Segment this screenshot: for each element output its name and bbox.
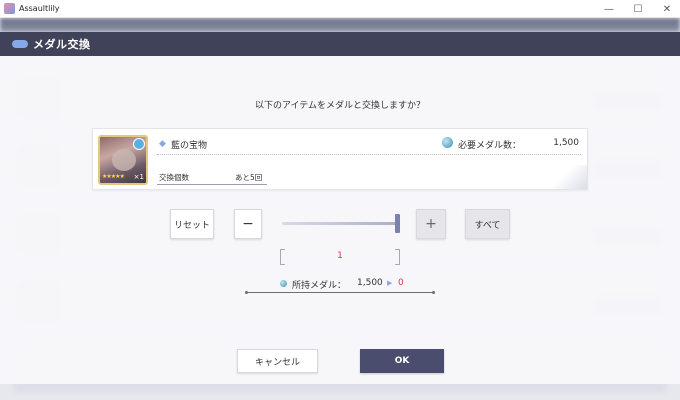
dotted-divider — [157, 154, 581, 155]
confirm-question: 以下のアイテムをメダルと交換しますか？ — [254, 101, 426, 111]
slider-handle[interactable] — [395, 214, 400, 233]
item-quantity: ×1 — [133, 173, 144, 181]
item-type-badge-icon — [133, 138, 145, 150]
exchange-count-label: 交換個数 — [159, 173, 189, 182]
window-titlebar: Assaultlily — ☐ ✕ — [0, 0, 680, 18]
bracket-right — [395, 249, 400, 265]
remaining-exchanges: あと5回 — [235, 173, 263, 182]
app-icon — [4, 3, 15, 14]
required-medals-value: 1,500 — [553, 138, 579, 148]
max-all-button[interactable]: すべて — [465, 209, 510, 239]
quantity-value: 1 — [337, 251, 343, 261]
cancel-button[interactable]: キャンセル — [237, 349, 318, 373]
decrement-button[interactable]: − — [234, 209, 262, 239]
owned-medals-value: 1,500 — [357, 278, 383, 288]
character-portrait — [112, 149, 136, 171]
arrow-right-icon: ▶ — [387, 279, 393, 287]
reset-button[interactable]: リセット — [170, 209, 214, 239]
background-menu-bar — [0, 18, 680, 32]
item-thumbnail[interactable]: ★★★★★ ×1 — [98, 135, 148, 185]
item-name: 藍の宝物 — [171, 141, 208, 151]
dialog-header: メダル交換 — [0, 32, 680, 56]
window-title: Assaultlily — [19, 4, 60, 13]
required-medals-label: 必要メダル数： — [458, 141, 522, 151]
rarity-stars: ★★★★★ — [102, 173, 125, 180]
medal-icon — [280, 280, 287, 287]
quantity-slider[interactable] — [282, 222, 400, 225]
close-button[interactable]: ✕ — [652, 0, 680, 18]
minimize-button[interactable]: — — [594, 0, 624, 18]
diamond-icon: ◆ — [159, 139, 166, 149]
card-decoration — [549, 165, 587, 189]
medal-exchange-dialog: メダル交換 以下のアイテムをメダルと交換しますか？ ★★★★★ ×1 ◆ 藍の宝… — [0, 32, 680, 384]
quantity-display: 1 — [280, 249, 400, 265]
count-underline — [157, 184, 267, 185]
increment-button[interactable]: + — [416, 209, 446, 239]
medal-icon — [442, 137, 453, 148]
dialog-title: メダル交換 — [33, 38, 91, 51]
medals-after-exchange: 0 — [398, 278, 404, 288]
owned-medals-row: 所持メダル： 1,500 ▶ 0 — [245, 278, 435, 294]
header-pill-icon — [12, 40, 28, 48]
maximize-button[interactable]: ☐ — [623, 0, 653, 18]
ok-button[interactable]: OK — [360, 349, 444, 373]
owned-underline — [245, 291, 435, 294]
owned-medals-label: 所持メダル： — [292, 281, 347, 291]
item-card: ★★★★★ ×1 ◆ 藍の宝物 必要メダル数： 1,500 交換個数 あと5回 — [92, 128, 588, 190]
